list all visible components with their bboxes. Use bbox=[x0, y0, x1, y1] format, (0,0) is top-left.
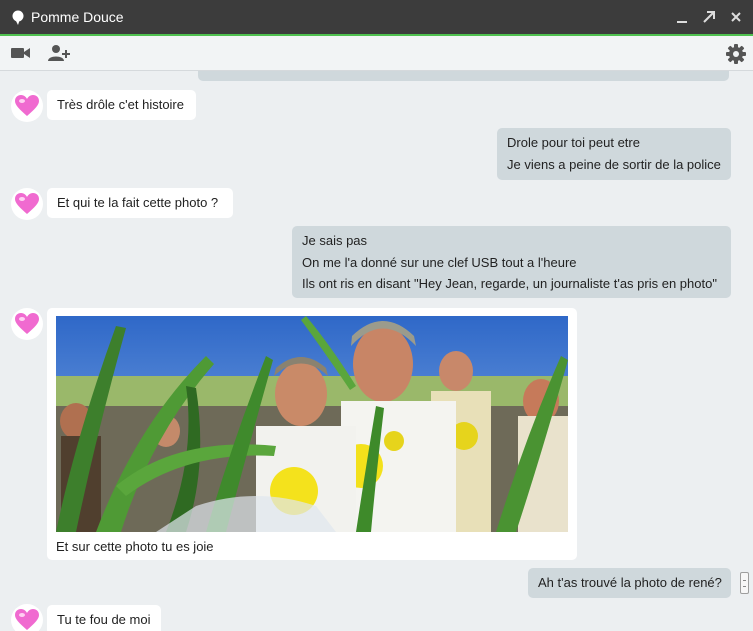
shared-photo[interactable] bbox=[56, 316, 568, 532]
message-text: Je viens a peine de sortir de la police bbox=[507, 157, 721, 172]
heart-icon bbox=[15, 193, 39, 214]
popout-button[interactable] bbox=[700, 8, 718, 26]
video-camera-icon bbox=[11, 48, 30, 58]
chat-scrollbar[interactable] bbox=[737, 71, 753, 631]
message-bubble-outgoing: Ah t'as trouvé la photo de rené? bbox=[528, 568, 731, 598]
message-bubble-outgoing: Je sais pas On me l'a donné sur une clef… bbox=[292, 226, 731, 298]
contact-avatar[interactable] bbox=[11, 188, 43, 220]
settings-button[interactable] bbox=[725, 43, 747, 64]
message-text: Ah t'as trouvé la photo de rené? bbox=[538, 575, 722, 590]
contact-avatar[interactable] bbox=[11, 308, 43, 340]
window-titlebar: Pomme Douce bbox=[0, 0, 753, 36]
video-call-button[interactable] bbox=[10, 43, 32, 63]
heart-icon bbox=[15, 609, 39, 630]
photo-image bbox=[56, 316, 568, 532]
add-person-icon bbox=[48, 45, 70, 61]
message-text: Très drôle c'et histoire bbox=[57, 97, 184, 112]
minimize-button[interactable] bbox=[673, 8, 691, 26]
message-bubble-incoming: Et qui te la fait cette photo ? bbox=[47, 188, 233, 218]
message-text: Ils ont ris en disant "Hey Jean, regarde… bbox=[302, 276, 717, 291]
message-text: Je sais pas bbox=[302, 233, 368, 248]
close-button[interactable] bbox=[727, 8, 745, 26]
popout-arrow-icon bbox=[703, 11, 715, 23]
location-pin-icon bbox=[12, 10, 24, 25]
heart-icon bbox=[15, 95, 39, 116]
message-bubble-incoming: Très drôle c'et histoire bbox=[47, 90, 196, 120]
message-bubble-photo: Et sur cette photo tu es joie bbox=[47, 308, 577, 560]
message-text: Et qui te la fait cette photo ? bbox=[57, 195, 219, 210]
minimize-icon bbox=[677, 21, 687, 23]
gear-icon bbox=[726, 44, 746, 64]
message-list[interactable]: Très drôle c'et histoire Drole pour toi … bbox=[0, 71, 737, 631]
scrollbar-thumb[interactable] bbox=[740, 572, 749, 594]
heart-icon bbox=[15, 313, 39, 334]
message-text: On me l'a donné sur une clef USB tout a … bbox=[302, 254, 577, 270]
message-text: Tu te fou de moi bbox=[57, 612, 151, 627]
add-person-button[interactable] bbox=[47, 43, 71, 63]
close-icon bbox=[731, 12, 741, 22]
message-bubble-partial bbox=[198, 71, 729, 81]
message-bubble-outgoing: Drole pour toi peut etre Je viens a pein… bbox=[497, 128, 731, 180]
photo-caption: Et sur cette photo tu es joie bbox=[56, 539, 214, 554]
contact-avatar[interactable] bbox=[11, 90, 43, 122]
message-text: Drole pour toi peut etre bbox=[507, 135, 640, 150]
window-title: Pomme Douce bbox=[31, 9, 124, 25]
message-bubble-incoming: Tu te fou de moi bbox=[47, 605, 161, 631]
contact-avatar[interactable] bbox=[11, 604, 43, 631]
chat-toolbar bbox=[0, 36, 753, 71]
